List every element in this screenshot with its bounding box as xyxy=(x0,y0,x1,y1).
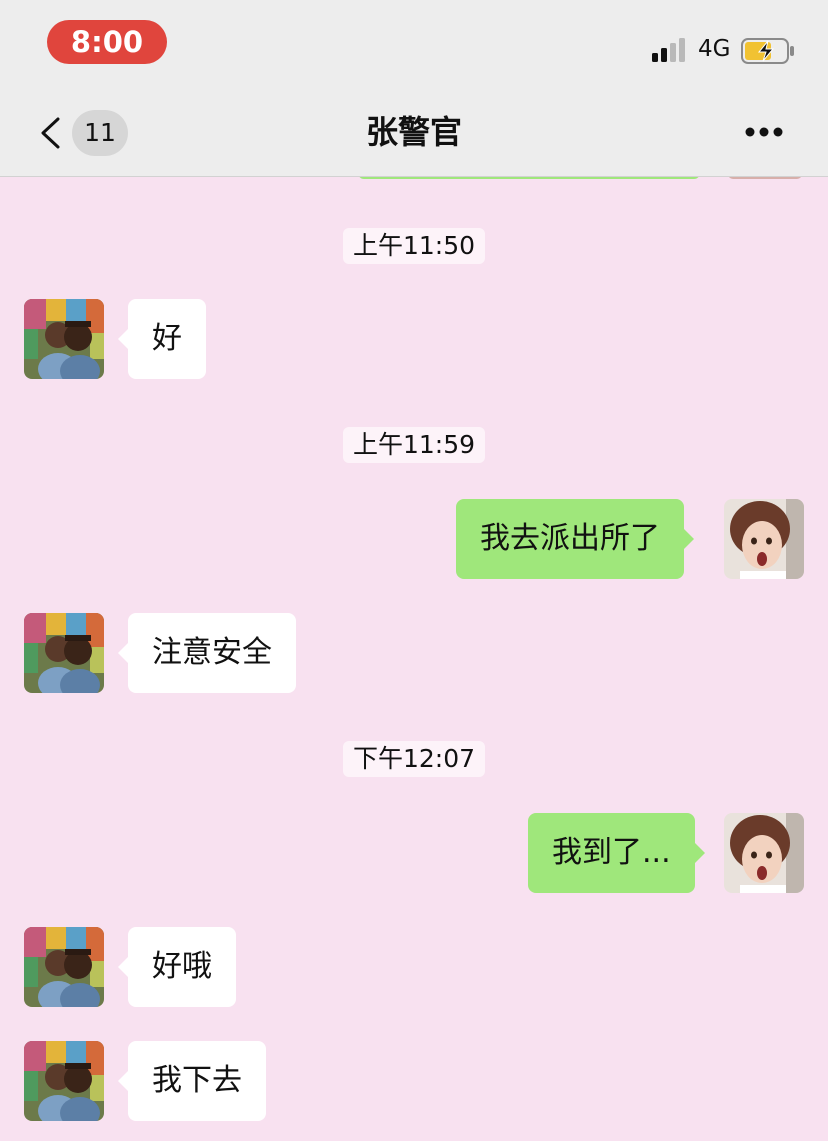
network-type: 4G xyxy=(698,36,731,62)
previous-avatar xyxy=(728,177,802,179)
chat-title: 张警官 xyxy=(365,113,462,151)
battery-charging-icon xyxy=(741,38,794,64)
unread-count-badge[interactable]: 11 xyxy=(72,110,128,156)
contact-avatar[interactable] xyxy=(24,1041,104,1121)
previous-message-bubble[interactable] xyxy=(358,177,700,179)
incoming-message-bubble[interactable]: 我下去 xyxy=(118,1041,266,1121)
outgoing-message-bubble[interactable]: 我到了... xyxy=(528,813,705,893)
incoming-message-bubble[interactable]: 好 xyxy=(118,299,206,379)
message-list[interactable]: 上午11:50 好 上午11:59 我去派出所了 注意安全 下午12:07 我到… xyxy=(0,177,828,1141)
my-avatar[interactable] xyxy=(724,499,804,579)
contact-avatar[interactable] xyxy=(24,299,104,379)
chevron-left-icon[interactable] xyxy=(38,116,62,150)
status-bar: 8:00 4G xyxy=(0,0,828,88)
my-avatar[interactable] xyxy=(724,813,804,893)
outgoing-message-bubble[interactable]: 我去派出所了 xyxy=(456,499,694,579)
contact-avatar[interactable] xyxy=(24,613,104,693)
chat-header: 11 张警官 xyxy=(0,88,828,177)
contact-avatar[interactable] xyxy=(24,927,104,1007)
incoming-message-bubble[interactable]: 注意安全 xyxy=(118,613,296,693)
message-timestamp: 上午11:50 xyxy=(343,228,486,264)
more-dots-icon[interactable] xyxy=(744,126,784,138)
incoming-message-bubble[interactable]: 好哦 xyxy=(118,927,236,1007)
message-timestamp: 下午12:07 xyxy=(343,741,486,777)
message-timestamp: 上午11:59 xyxy=(343,427,486,463)
status-time[interactable]: 8:00 xyxy=(47,20,167,64)
cellular-signal-icon xyxy=(652,38,685,62)
